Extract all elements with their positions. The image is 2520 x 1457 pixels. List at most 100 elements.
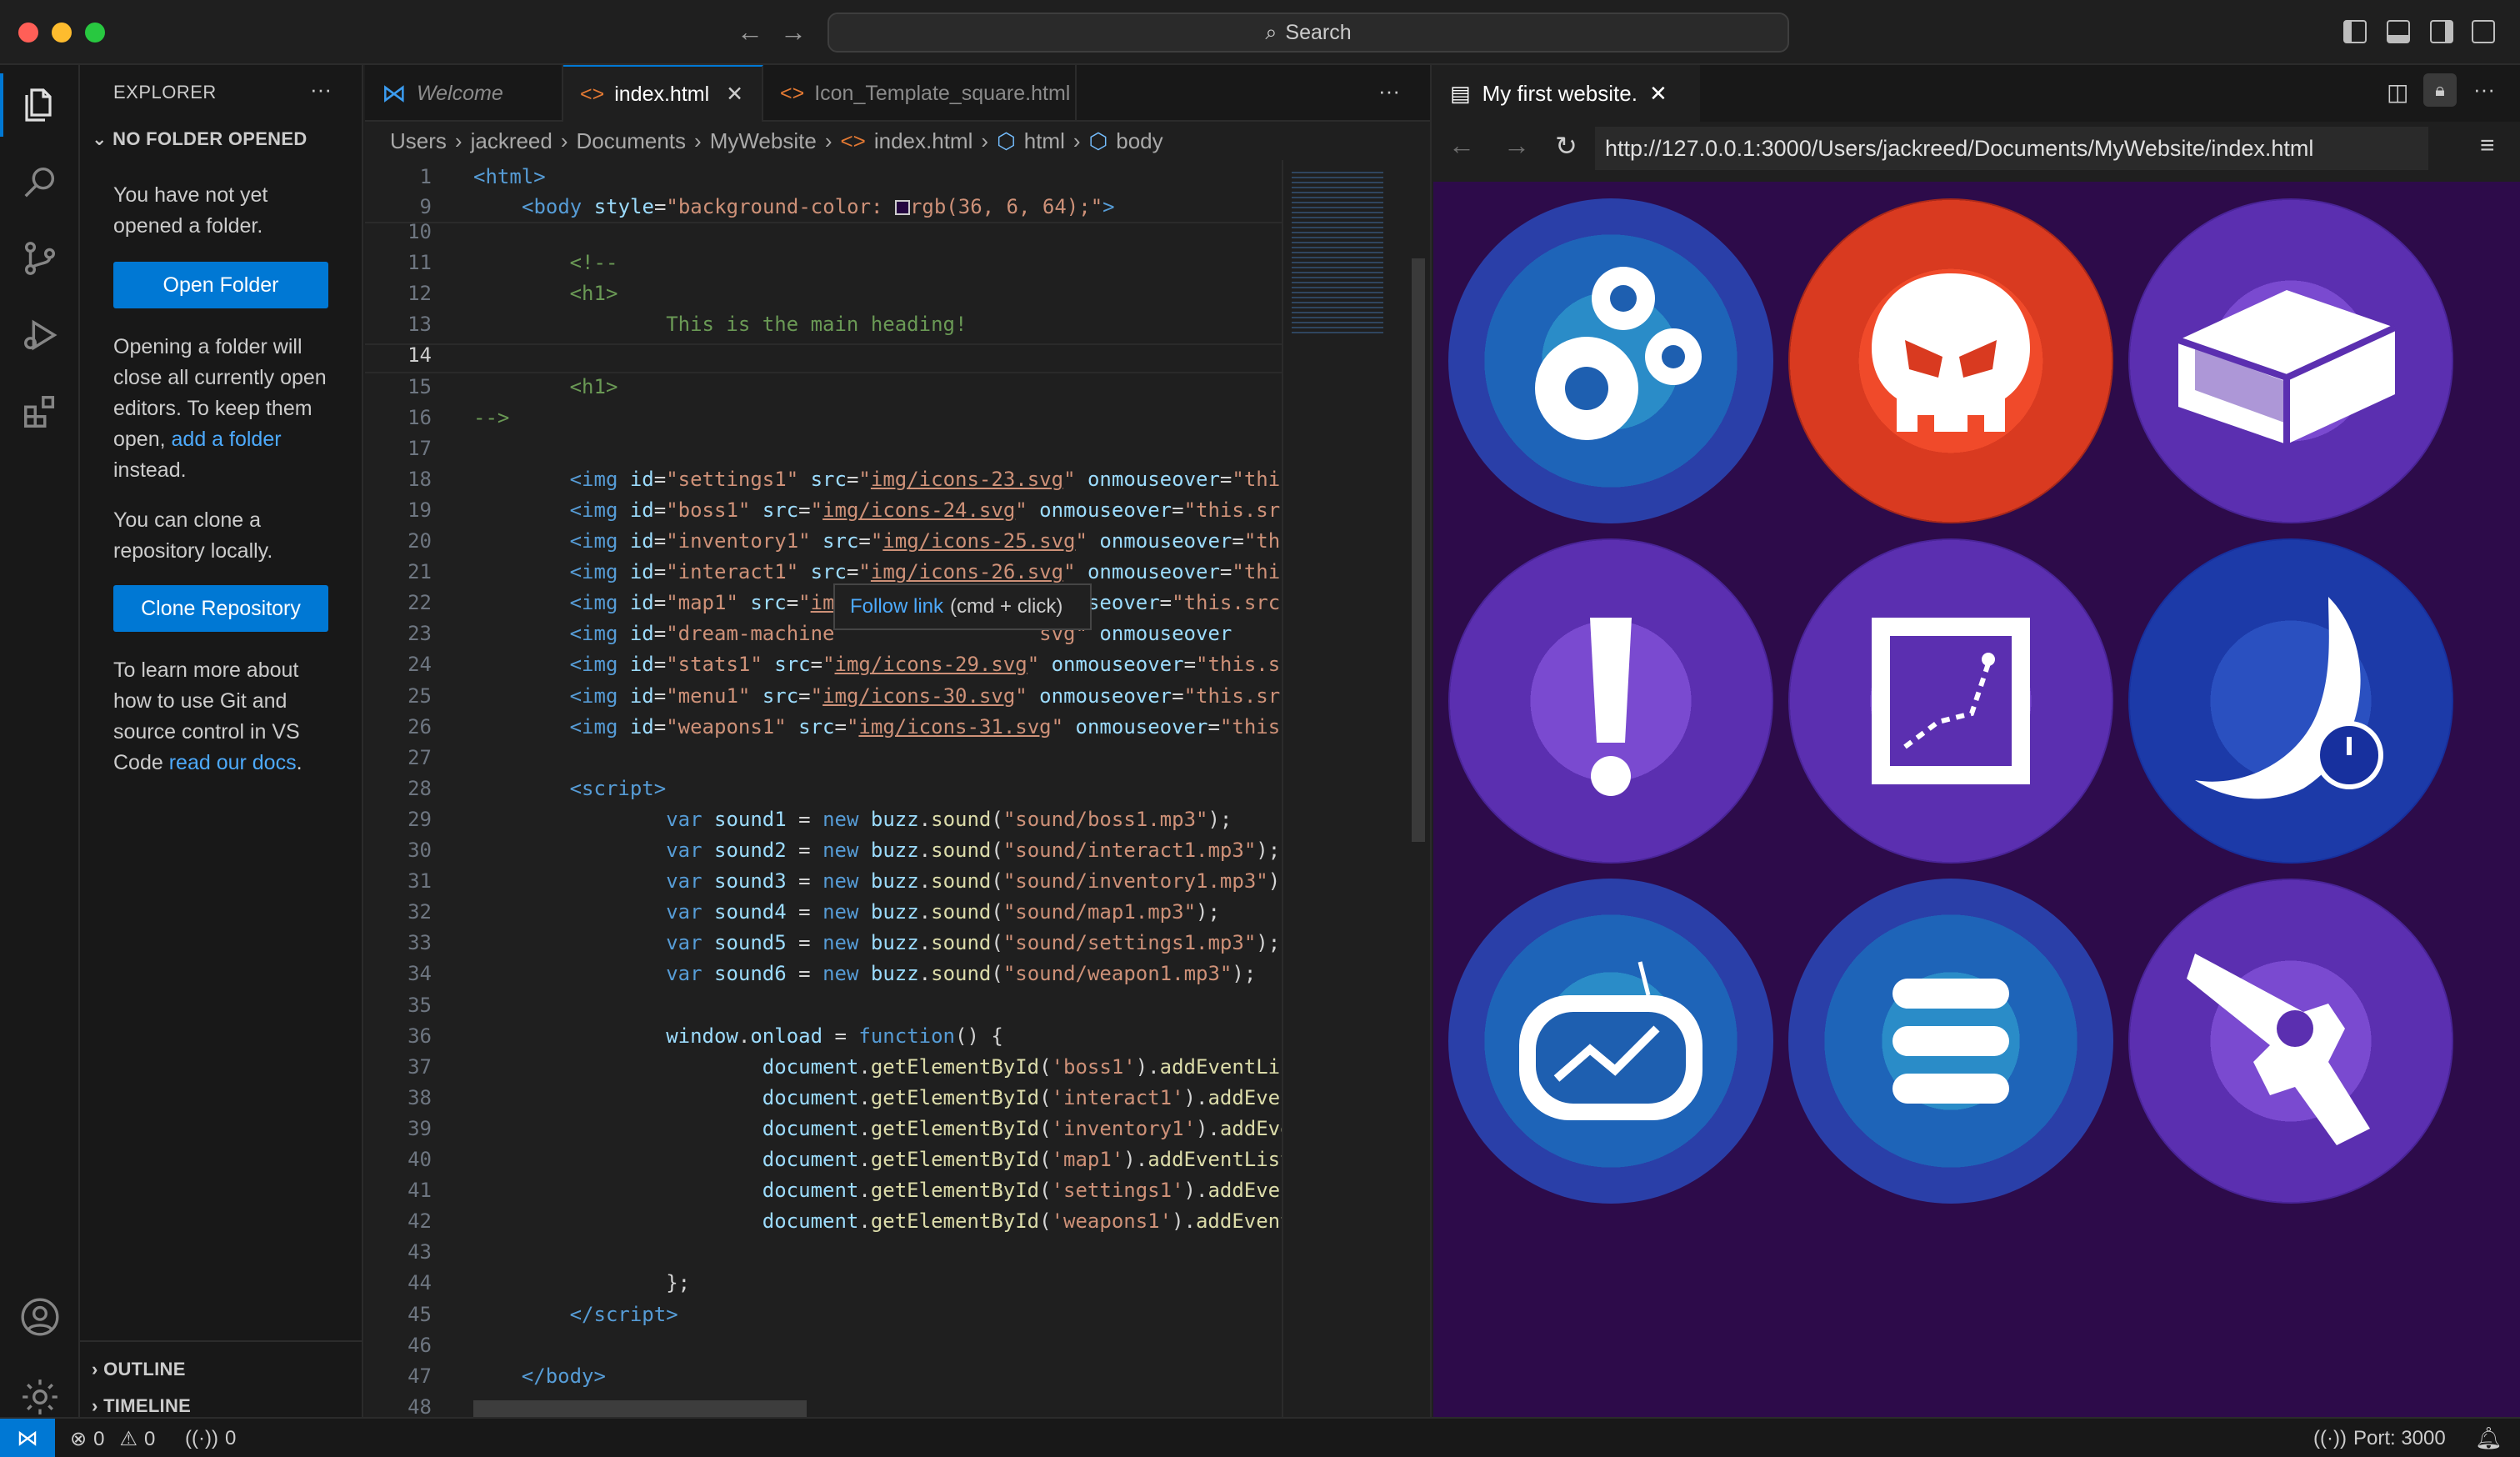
breadcrumb-item[interactable]: html [1024,128,1065,154]
source-control-icon[interactable] [17,235,63,282]
read-docs-link[interactable]: read our docs [169,751,297,774]
extensions-icon[interactable] [17,388,63,435]
minimize-window-button[interactable] [52,23,72,43]
line-number: 24 [408,653,432,677]
line-number: 14 [408,343,432,368]
search-view-icon[interactable] [17,158,63,205]
toggle-panel-icon[interactable] [2387,20,2410,43]
breadcrumb-item[interactable]: body [1116,128,1162,154]
broadcast-icon: ((·)) [2313,1427,2347,1449]
breadcrumb-item[interactable]: jackreed [471,128,552,154]
toggle-secondary-sidebar-icon[interactable] [2430,20,2453,43]
close-tab-icon[interactable]: ✕ [726,82,743,107]
maximize-window-button[interactable] [85,23,105,43]
broadcast-icon: ((·)) [185,1427,218,1449]
weapons-revolver-icon[interactable] [2128,879,2453,1204]
lock-icon[interactable]: 🔒︎ [2423,73,2457,107]
breadcrumb-item[interactable]: index.html [874,128,973,154]
web-page-content [1433,182,2520,1417]
browser-preview-icon: ▤ [1450,80,1471,106]
split-editor-icon[interactable]: ◫ [2387,78,2408,106]
back-arrow-icon[interactable]: ← [737,17,763,48]
vertical-scrollbar[interactable] [1407,160,1430,1417]
search-icon: ⌕ [1265,20,1278,44]
tab-welcome[interactable]: ⋈ Welcome [365,65,563,122]
scrollbar-thumb[interactable] [1412,258,1425,842]
notifications-bell-icon[interactable]: 🔔︎ [2475,1425,2502,1451]
interact-exclamation-icon[interactable] [1448,538,1773,864]
tab-index-html[interactable]: <> index.html ✕ [563,65,763,122]
explorer-icon[interactable] [17,82,63,128]
browser-forward-icon[interactable]: → [1503,130,1530,161]
toggle-primary-sidebar-icon[interactable] [2343,20,2367,43]
stats-tv-chart-icon[interactable] [1448,879,1773,1204]
line-number: 34 [408,962,432,986]
menu-hamburger-icon[interactable] [1788,879,2113,1204]
add-folder-link[interactable]: add a folder [172,428,282,451]
boss-skull-icon[interactable] [1788,198,2113,523]
follow-link-tooltip: Follow link (cmd + click) [833,583,1092,630]
dream-machine-moon-icon[interactable] [2128,538,2453,864]
command-search-box[interactable]: ⌕ Search [828,13,1789,53]
line-number: 41 [408,1179,432,1203]
code-line: window.onload = function() { [666,1024,1003,1048]
line-number: 21 [408,560,432,584]
no-folder-section-header[interactable]: ⌄ NO FOLDER OPENED [92,128,308,150]
line-number: 39 [408,1116,432,1140]
chevron-right-icon: › [92,1359,98,1379]
html-file-icon: <> [780,81,805,105]
follow-link[interactable]: Follow link [850,595,943,618]
close-tab-icon[interactable]: ✕ [1649,81,1668,107]
code-line: <h1> [569,282,618,306]
code-line: var sound3 = new buzz.sound("sound/inven… [666,869,1282,894]
run-debug-icon[interactable] [17,312,63,358]
settings-gears-icon[interactable] [1448,198,1773,523]
code-editor[interactable]: 1 <html> 9 <body style="background-color… [365,160,1282,1417]
reload-icon[interactable]: ↻ [1555,130,1578,162]
explorer-sidebar: EXPLORER ··· ⌄ NO FOLDER OPENED You have… [80,65,363,1417]
manage-gear-icon[interactable] [17,1374,63,1420]
forward-arrow-icon[interactable]: → [780,17,807,48]
outline-section-header[interactable]: › OUTLINE [92,1359,186,1380]
ports-indicator[interactable]: ((·)) 0 [185,1427,236,1450]
breadcrumb-item[interactable]: Documents [577,128,687,154]
clone-repository-button[interactable]: Clone Repository [113,585,328,632]
close-window-button[interactable] [18,23,38,43]
line-number: 33 [408,931,432,955]
port-status[interactable]: ((·)) Port: 3000 [2313,1427,2446,1450]
customize-layout-icon[interactable] [2472,20,2495,43]
line-number: 28 [408,776,432,800]
timeline-section-header[interactable]: › TIMELINE [92,1395,191,1417]
code-line: <script> [569,776,667,800]
inventory-chest-icon[interactable] [2128,198,2453,523]
code-line: document.getElementById('settings1').add… [762,1179,1282,1203]
horizontal-scrollbar[interactable] [473,1400,807,1417]
remote-indicator-icon[interactable]: ⋈ [0,1419,55,1457]
accounts-icon[interactable] [17,1294,63,1340]
code-line: var sound1 = new buzz.sound("sound/boss1… [666,807,1232,831]
line-number: 43 [408,1240,432,1264]
line-number: 23 [408,622,432,646]
not-opened-text: You have not yet opened a folder. [113,183,268,238]
open-in-browser-icon[interactable]: ≡ [2480,132,2495,160]
line-number: 19 [408,498,432,522]
line-number: 42 [408,1209,432,1234]
more-actions-icon[interactable]: ··· [310,77,332,103]
tab-icon-template[interactable]: <> Icon_Template_square.html [763,65,1077,122]
line-number: 40 [408,1148,432,1171]
map-icon[interactable] [1788,538,2113,864]
breadcrumb-item[interactable]: Users [390,128,447,154]
open-folder-button[interactable]: Open Folder [113,262,328,308]
minimap[interactable] [1282,160,1407,1417]
line-number: 16 [408,405,432,429]
browser-tab-bar: ▤ My first website. ✕ ◫ 🔒︎ ··· [1432,65,2520,122]
url-input[interactable]: http://127.0.0.1:3000/Users/jackreed/Doc… [1595,127,2428,170]
editor-more-actions-icon[interactable]: ··· [1378,78,1400,104]
code-line: <img id="settings1" src="img/icons-23.sv… [569,467,1281,491]
tab-my-first-website[interactable]: ▤ My first website. ✕ [1432,65,1700,122]
problems-indicator[interactable]: ⊗ 0 ⚠ 0 [70,1427,155,1451]
browser-more-actions-icon[interactable]: ··· [2473,77,2495,103]
current-line-highlight [365,343,1282,373]
browser-back-icon[interactable]: ← [1448,130,1475,161]
breadcrumb-item[interactable]: MyWebsite [710,128,817,154]
